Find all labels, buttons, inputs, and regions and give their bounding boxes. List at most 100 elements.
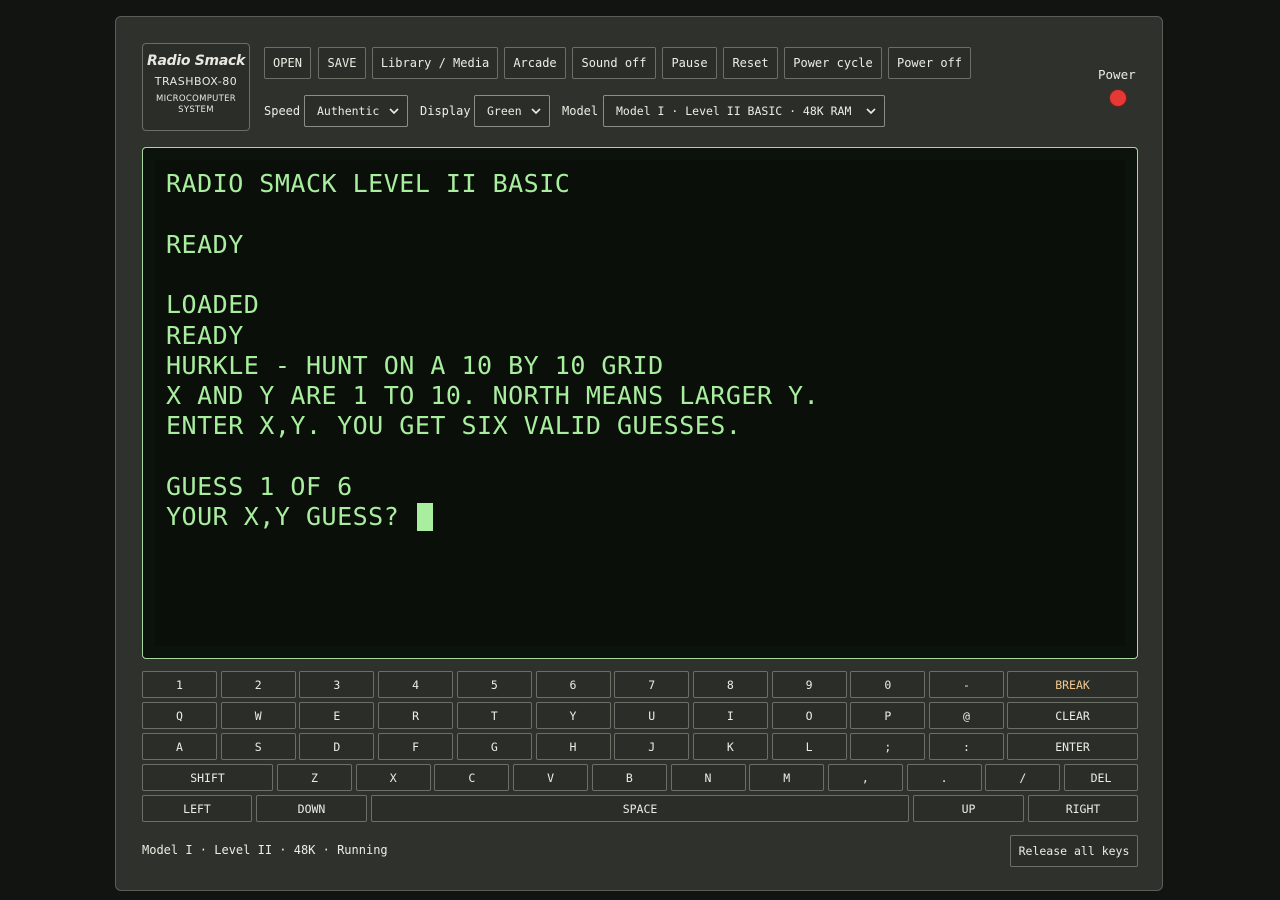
- power-off-button[interactable]: Power off: [888, 47, 971, 79]
- reset-button[interactable]: Reset: [723, 47, 778, 79]
- key-b[interactable]: B: [591, 764, 667, 791]
- key-i[interactable]: I: [692, 702, 768, 729]
- key-period[interactable]: .: [906, 764, 982, 791]
- key-8[interactable]: 8: [692, 671, 768, 698]
- chevron-down-icon: [866, 108, 876, 115]
- key-k[interactable]: K: [692, 733, 768, 760]
- key-2[interactable]: 2: [220, 671, 296, 698]
- speed-select-value: Authentic: [317, 104, 380, 118]
- arcade-button[interactable]: Arcade: [504, 47, 566, 79]
- key-left[interactable]: LEFT: [142, 795, 252, 822]
- key-g[interactable]: G: [456, 733, 532, 760]
- key-n[interactable]: N: [670, 764, 746, 791]
- key-down[interactable]: DOWN: [256, 795, 367, 822]
- library-media-button[interactable]: Library / Media: [372, 47, 498, 79]
- key-c[interactable]: C: [434, 764, 510, 791]
- display-select-value: Green: [487, 104, 522, 118]
- key-w[interactable]: W: [220, 702, 296, 729]
- key-shift[interactable]: SHIFT: [142, 764, 273, 791]
- screen-line: RADIO SMACK LEVEL II BASIC: [166, 169, 570, 199]
- chevron-down-icon: [389, 108, 399, 115]
- key-o[interactable]: O: [771, 702, 847, 729]
- key-comma[interactable]: ,: [827, 764, 903, 791]
- key-clear[interactable]: CLEAR: [1007, 702, 1138, 729]
- key-z[interactable]: Z: [277, 764, 352, 791]
- screen-line-text: HURKLE - HUNT ON A 10 BY 10 GRID: [166, 350, 664, 380]
- key-h[interactable]: H: [535, 733, 611, 760]
- key-r[interactable]: R: [378, 702, 454, 729]
- key-4[interactable]: 4: [378, 671, 454, 698]
- brand-name: Radio Smack: [147, 53, 245, 69]
- key-v[interactable]: V: [513, 764, 589, 791]
- key-6[interactable]: 6: [535, 671, 611, 698]
- key-0[interactable]: 0: [850, 671, 926, 698]
- key-slash[interactable]: /: [985, 764, 1061, 791]
- key-1[interactable]: 1: [142, 671, 217, 698]
- key-del[interactable]: DEL: [1064, 764, 1138, 791]
- key-7[interactable]: 7: [614, 671, 690, 698]
- model-label: Model: [562, 104, 599, 118]
- status-text: Model I · Level II · 48K · Running: [142, 843, 388, 857]
- crt-screen-frame: RADIO SMACK LEVEL II BASIC READY LOADED REA…: [142, 147, 1138, 659]
- power-cycle-button[interactable]: Power cycle: [784, 47, 882, 79]
- model-select[interactable]: Model I · Level II BASIC · 48K RAM: [603, 95, 885, 127]
- screen-line: READY: [166, 230, 244, 260]
- key-enter[interactable]: ENTER: [1007, 733, 1138, 760]
- power-label: Power: [1098, 67, 1136, 82]
- key-5[interactable]: 5: [456, 671, 532, 698]
- screen-line-text: YOUR X,Y GUESS?: [166, 502, 415, 532]
- key-p[interactable]: P: [850, 702, 926, 729]
- screen-line: X AND Y ARE 1 TO 10. NORTH MEANS LARGER …: [166, 381, 819, 411]
- model-name: TRASHBOX-80: [154, 75, 238, 88]
- key-q[interactable]: Q: [142, 702, 217, 729]
- system-caption: MICROCOMPUTER SYSTEM: [143, 94, 249, 116]
- key-u[interactable]: U: [614, 702, 690, 729]
- speed-select[interactable]: Authentic: [304, 95, 408, 127]
- key-y[interactable]: Y: [535, 702, 611, 729]
- screen-line-text: GUESS 1 OF 6: [166, 472, 353, 501]
- display-label: Display: [420, 104, 471, 118]
- key-m[interactable]: M: [749, 764, 825, 791]
- key-up[interactable]: UP: [913, 795, 1024, 822]
- screen-line: LOADED: [166, 290, 259, 320]
- key-a[interactable]: A: [142, 733, 217, 760]
- crt-screen[interactable]: RADIO SMACK LEVEL II BASIC READY LOADED REA…: [155, 160, 1125, 646]
- system-caption-line2: SYSTEM: [178, 105, 214, 115]
- open-button[interactable]: OPEN: [264, 47, 311, 79]
- speed-label: Speed: [264, 104, 301, 118]
- system-caption-line1: MICROCOMPUTER: [155, 94, 237, 104]
- key-f[interactable]: F: [378, 733, 454, 760]
- release-all-keys-button[interactable]: Release all keys: [1010, 835, 1138, 867]
- key-9[interactable]: 9: [771, 671, 847, 698]
- screen-line-text: LOADED: [166, 290, 260, 320]
- key-right[interactable]: RIGHT: [1028, 795, 1138, 822]
- screen-line-text: ENTER X,Y. YOU GET SIX VALID GUESSES.: [166, 411, 742, 441]
- computer-case: Radio Smack TRASHBOX-80 MICROCOMPUTER SY…: [115, 16, 1163, 891]
- key-l[interactable]: L: [771, 733, 847, 760]
- key-colon[interactable]: :: [929, 733, 1004, 760]
- chevron-down-icon: [531, 108, 541, 115]
- pause-button[interactable]: Pause: [662, 47, 717, 79]
- save-button[interactable]: SAVE: [318, 47, 366, 79]
- brand-logo: Radio Smack TRASHBOX-80 MICROCOMPUTER SY…: [142, 43, 250, 131]
- key-3[interactable]: 3: [299, 671, 375, 698]
- key-break[interactable]: BREAK: [1007, 671, 1138, 698]
- screen-line-text: RADIO SMACK LEVEL II BASIC: [166, 169, 571, 198]
- screen-line-text: READY: [166, 229, 244, 259]
- key-space[interactable]: SPACE: [371, 795, 909, 822]
- key-s[interactable]: S: [220, 733, 296, 760]
- key-e[interactable]: E: [299, 702, 375, 729]
- sound-toggle-button[interactable]: Sound off: [572, 47, 656, 79]
- power-led-icon: [1109, 89, 1127, 107]
- key-t[interactable]: T: [456, 702, 532, 729]
- key-at[interactable]: @: [929, 702, 1004, 729]
- display-select[interactable]: Green: [474, 95, 550, 127]
- key-j[interactable]: J: [614, 733, 690, 760]
- screen-line-text: X AND Y ARE 1 TO 10. NORTH MEANS LARGER …: [166, 381, 820, 411]
- key-minus[interactable]: -: [929, 671, 1004, 698]
- screen-line: READY: [166, 321, 244, 351]
- key-semicolon[interactable]: ;: [850, 733, 926, 760]
- screen-line-text: READY: [166, 320, 244, 350]
- key-x[interactable]: X: [355, 764, 431, 791]
- key-d[interactable]: D: [299, 733, 375, 760]
